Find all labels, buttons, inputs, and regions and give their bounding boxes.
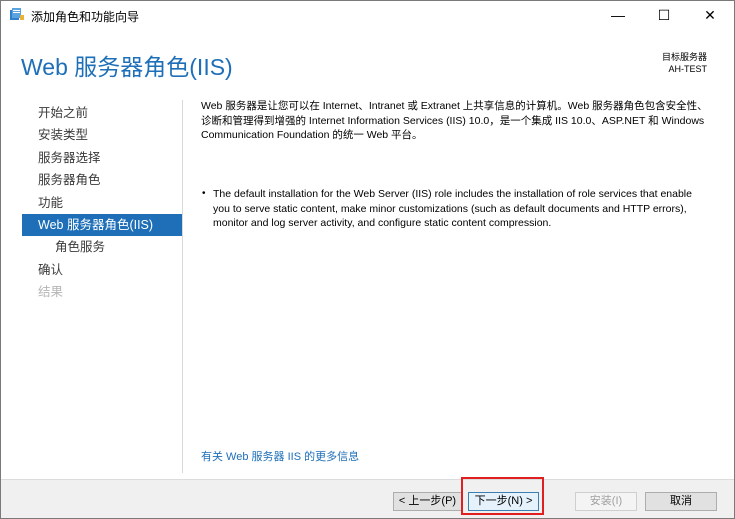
- window-title: 添加角色和功能向导: [31, 10, 140, 24]
- nav-item-confirmation[interactable]: 确认: [22, 259, 182, 281]
- nav-item-role-services[interactable]: 角色服务: [22, 236, 182, 258]
- nav-item-server-selection[interactable]: 服务器选择: [22, 147, 182, 169]
- notes-list: • The default installation for the Web S…: [201, 187, 711, 231]
- page-title: Web 服务器角色(IIS): [21, 54, 233, 80]
- list-item: • The default installation for the Web S…: [201, 187, 711, 231]
- previous-button[interactable]: < 上一步(P): [393, 492, 462, 511]
- nav-item-installation-type[interactable]: 安装类型: [22, 124, 182, 146]
- wizard-nav: 开始之前 安装类型 服务器选择 服务器角色 功能 Web 服务器角色(IIS) …: [22, 102, 182, 304]
- more-info-link[interactable]: 有关 Web 服务器 IIS 的更多信息: [201, 448, 359, 464]
- content-panel: Web 服务器是让您可以在 Internet、Intranet 或 Extran…: [201, 99, 711, 229]
- maximize-button[interactable]: ☐: [641, 1, 687, 29]
- bullet-marker: •: [202, 188, 206, 199]
- close-button[interactable]: ✕: [687, 1, 733, 29]
- cancel-button[interactable]: 取消: [645, 492, 717, 511]
- nav-item-results: 结果: [38, 285, 64, 300]
- nav-item-web-server-role[interactable]: Web 服务器角色(IIS): [22, 213, 182, 237]
- wizard-window: 添加角色和功能向导 — ☐ ✕ Web 服务器角色(IIS) 目标服务器 AH-…: [0, 0, 735, 519]
- destination-server-label: 目标服务器: [661, 52, 707, 62]
- default-installation-note: The default installation for the Web Ser…: [213, 188, 692, 229]
- server-manager-icon: [9, 7, 25, 21]
- next-button-highlight: [461, 477, 544, 515]
- nav-item-features[interactable]: 功能: [22, 192, 182, 214]
- title-bar: 添加角色和功能向导 — ☐ ✕: [1, 1, 734, 29]
- wizard-footer: < 上一步(P) 下一步(N) > 安装(I) 取消: [1, 479, 734, 518]
- nav-item-server-roles[interactable]: 服务器角色: [22, 169, 182, 191]
- nav-divider: [182, 100, 183, 473]
- destination-server-name: AH-TEST: [668, 64, 707, 74]
- install-button: 安装(I): [575, 492, 637, 511]
- nav-item-before-you-begin[interactable]: 开始之前: [22, 102, 182, 124]
- destination-server: 目标服务器 AH-TEST: [662, 51, 707, 75]
- role-description: Web 服务器是让您可以在 Internet、Intranet 或 Extran…: [201, 100, 708, 141]
- minimize-button[interactable]: —: [595, 1, 641, 29]
